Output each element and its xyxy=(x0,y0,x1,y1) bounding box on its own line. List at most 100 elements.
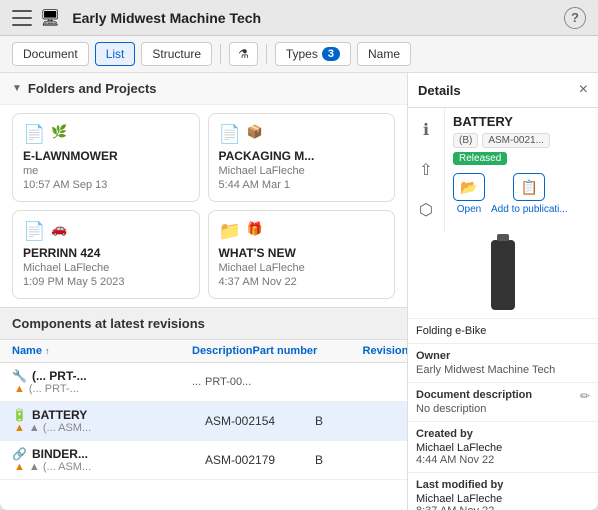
app-title: Early Midwest Machine Tech xyxy=(72,10,261,26)
item-name-3: PERRINN 424 xyxy=(23,246,189,260)
publish-button[interactable]: 📋 Add to publicati... xyxy=(491,173,568,215)
item-header-3: 📄 🚗 xyxy=(23,221,189,242)
open-button[interactable]: 📂 Open xyxy=(453,173,485,215)
item-header-2: 📄 📦 xyxy=(219,124,385,145)
item-header-4: 📁 🎁 xyxy=(219,221,385,242)
row-name-1: 🔧 (... PRT-... ▲ (... PRT-... xyxy=(12,369,192,395)
badge-id: ASM-0021... xyxy=(482,133,550,148)
badge-type: (B) xyxy=(453,133,478,148)
components-header: Components at latest revisions xyxy=(0,307,407,340)
detail-badges: (B) ASM-0021... Released xyxy=(453,133,590,165)
item-meta2-3: 1:09 PM May 5 2023 xyxy=(23,276,189,288)
edit-icon[interactable]: ✏ xyxy=(580,389,590,403)
details-title: Details xyxy=(418,83,461,98)
row-name-sub-1: ▲ (... PRT-... xyxy=(12,383,192,395)
col-description[interactable]: Description xyxy=(192,345,253,357)
last-modified-time: 8:37 AM Nov 22 xyxy=(416,505,590,510)
left-panel: ▼ Folders and Projects 📄 🌿 E-LAWNMOWER m… xyxy=(0,73,408,510)
title-bar-left: 🖥 Early Midwest Machine Tech xyxy=(12,8,261,28)
table-row-binder[interactable]: 🔗 BINDER... ▲ ▲ (... ASM... ASM-002179 B xyxy=(0,441,407,480)
publish-label: Add to publicati... xyxy=(491,204,568,215)
list-button[interactable]: List xyxy=(95,42,136,66)
item-meta2-2: 5:44 AM Mar 1 xyxy=(219,179,385,191)
col-description-label: Description xyxy=(192,345,253,357)
description-section: Document description ✏ No description xyxy=(408,383,598,422)
open-icon: 📂 xyxy=(453,173,485,201)
col-part-number[interactable]: Part number xyxy=(253,345,363,357)
row-icon-binder: 🔗 xyxy=(12,447,27,461)
open-label: Open xyxy=(457,204,481,215)
filter-icon: ⚗ xyxy=(238,47,249,61)
cube-icon[interactable]: ⬡ xyxy=(414,198,438,222)
description-label: Document description xyxy=(416,389,532,401)
emoji-4: 🎁 xyxy=(247,221,263,237)
item-meta1-1: me xyxy=(23,165,189,177)
row-icon-battery: 🔋 xyxy=(12,408,27,422)
types-badge: 3 xyxy=(322,47,340,61)
belongs-to-value[interactable]: Folding e-Bike xyxy=(416,325,590,337)
row-sub-battery: ▲ (... ASM... xyxy=(29,422,91,434)
last-modified-section: Last modified by Michael LaFleche 8:37 A… xyxy=(408,473,598,510)
detail-item-name: BATTERY xyxy=(453,114,590,133)
last-modified-label: Last modified by xyxy=(416,479,590,491)
item-meta1-4: Michael LaFleche xyxy=(219,262,385,274)
row-icon-1: 🔧 xyxy=(12,369,27,383)
col-part-number-label: Part number xyxy=(253,345,318,357)
table-row-battery[interactable]: 🔋 BATTERY ▲ ▲ (... ASM... ASM-002154 B xyxy=(0,402,407,441)
created-by-time: 4:44 AM Nov 22 xyxy=(416,454,590,466)
item-header-1: 📄 🌿 xyxy=(23,124,189,145)
help-button[interactable]: ? xyxy=(564,7,586,29)
item-name-1: E-LAWNMOWER xyxy=(23,149,189,163)
item-meta1-2: Michael LaFleche xyxy=(219,165,385,177)
name-button[interactable]: Name xyxy=(357,42,411,66)
description-value: No description xyxy=(416,403,590,415)
col-name[interactable]: Name ↑ xyxy=(12,345,192,357)
row-sub-binder: ▲ (... ASM... xyxy=(29,461,91,473)
grid-item-whatsnew[interactable]: 📁 🎁 WHAT'S NEW Michael LaFleche 4:37 AM … xyxy=(208,210,396,299)
document-button[interactable]: Document xyxy=(12,42,89,66)
owner-label: Owner xyxy=(416,350,590,362)
created-by-name[interactable]: Michael LaFleche xyxy=(416,442,590,454)
folders-grid: 📄 🌿 E-LAWNMOWER me 10:57 AM Sep 13 📄 📦 P… xyxy=(0,105,407,307)
grid-item-packaging[interactable]: 📄 📦 PACKAGING M... Michael LaFleche 5:44… xyxy=(208,113,396,202)
warning-icon-battery: ▲ xyxy=(14,422,25,434)
row-part-battery: ASM-002154 xyxy=(205,414,315,428)
belongs-to-section: Folding e-Bike xyxy=(408,319,598,344)
col-revision-label: Revision xyxy=(363,345,408,357)
sidebar-toggle[interactable] xyxy=(12,10,32,26)
last-modified-name[interactable]: Michael LaFleche xyxy=(416,493,590,505)
item-meta1-3: Michael LaFleche xyxy=(23,262,189,274)
table-row[interactable]: 🔧 (... PRT-... ▲ (... PRT-... ... PRT-00… xyxy=(0,363,407,402)
structure-button[interactable]: Structure xyxy=(141,42,212,66)
toolbar: Document List Structure ⚗ Types 3 Name xyxy=(0,36,598,73)
types-button[interactable]: Types 3 xyxy=(275,42,351,66)
doc-icon-3: 📄 xyxy=(23,221,45,242)
warning-icon-binder: ▲ xyxy=(14,461,25,473)
doc-icon-1: 📄 xyxy=(23,124,45,145)
row-label-1: (... PRT-... xyxy=(32,369,87,383)
col-revision[interactable]: Revision xyxy=(363,345,408,357)
owner-value: Early Midwest Machine Tech xyxy=(416,364,590,376)
folders-title: Folders and Projects xyxy=(28,81,157,96)
preview-image xyxy=(408,232,598,319)
row-part-binder: ASM-002179 xyxy=(205,453,315,467)
share-icon[interactable]: ⇧ xyxy=(414,158,438,182)
warning-icon-1: ▲ xyxy=(14,383,25,395)
row-part-1: PRT-00... xyxy=(205,376,315,388)
row-name-sub-binder: ▲ ▲ (... ASM... xyxy=(12,461,192,473)
grid-item-elawnmower[interactable]: 📄 🌿 E-LAWNMOWER me 10:57 AM Sep 13 xyxy=(12,113,200,202)
action-buttons: 📂 Open 📋 Add to publicati... xyxy=(453,173,590,215)
item-meta2-4: 4:37 AM Nov 22 xyxy=(219,276,385,288)
item-meta2-1: 10:57 AM Sep 13 xyxy=(23,179,189,191)
filter-button[interactable]: ⚗ xyxy=(229,42,258,66)
details-info-row: ℹ ⇧ ⬡ BATTERY (B) ASM-0021... Released xyxy=(408,108,598,232)
battery-preview xyxy=(491,240,515,310)
grid-item-perrinn[interactable]: 📄 🚗 PERRINN 424 Michael LaFleche 1:09 PM… xyxy=(12,210,200,299)
side-icons: ℹ ⇧ ⬡ xyxy=(408,108,445,232)
item-name-2: PACKAGING M... xyxy=(219,149,385,163)
details-content-area: BATTERY (B) ASM-0021... Released 📂 Open xyxy=(445,108,598,232)
close-button[interactable]: × xyxy=(579,81,588,99)
description-row: Document description ✏ xyxy=(416,389,590,403)
info-icon[interactable]: ℹ xyxy=(414,118,438,142)
emoji-1: 🌿 xyxy=(51,124,67,140)
